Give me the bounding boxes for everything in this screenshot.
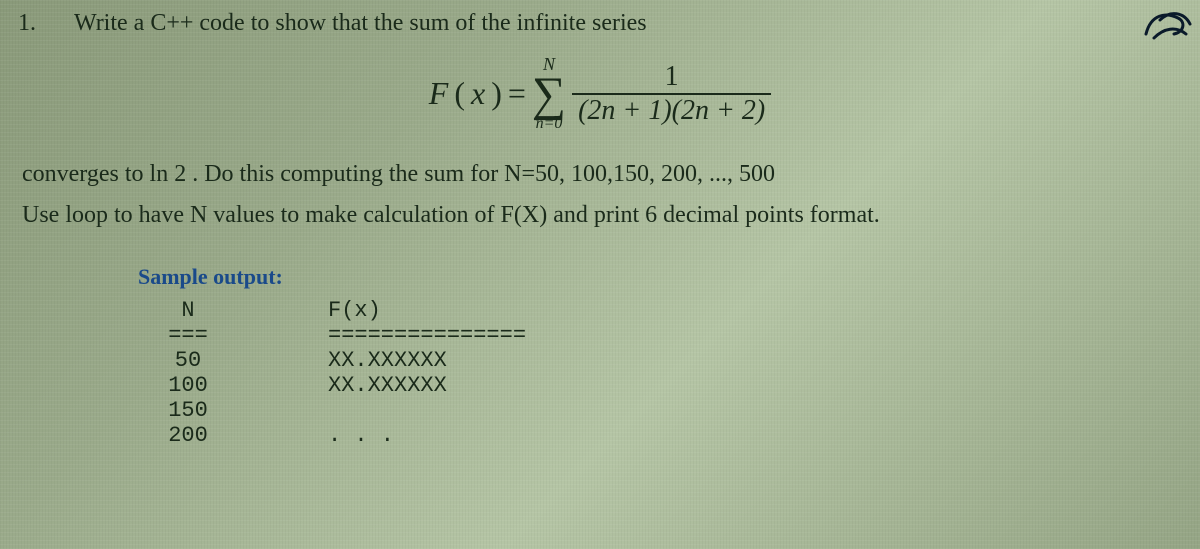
loop-instruction-line: Use loop to have N values to make calcul… (22, 195, 1182, 236)
convergence-line: converges to ln 2 . Do this computing th… (22, 154, 1182, 195)
ln2-text: ln 2 (150, 161, 187, 187)
table-separator-row: === =============== (138, 323, 1182, 348)
question-prompt: Write a C++ code to show that the sum of… (74, 10, 647, 37)
table-row: 100 XX.XXXXXX (138, 373, 1182, 398)
table-row: 150 (138, 398, 1182, 423)
sep-n: === (138, 323, 238, 348)
table-row: 50 XX.XXXXXX (138, 348, 1182, 373)
table-row: 200 . . . (138, 423, 1182, 448)
cell-fx: XX.XXXXXX (238, 348, 498, 373)
fraction-numerator: 1 (659, 63, 685, 93)
problem-container: 1. Write a C++ code to show that the sum… (0, 0, 1200, 466)
cell-n: 100 (138, 373, 238, 398)
cell-fx: . . . (238, 423, 498, 448)
formula-paren-close: ) (491, 75, 502, 112)
formula-paren-open: ( (454, 75, 465, 112)
cell-n: 150 (138, 398, 238, 423)
fraction-denominator: (2n + 1)(2n + 2) (572, 95, 771, 125)
formula: F(x) = N ∑ n=0 1 (2n + 1)(2n + 2) (429, 55, 771, 132)
header-fx: F(x) (238, 298, 498, 323)
sample-output-block: Sample output: N F(x) === ==============… (138, 264, 1182, 448)
cell-n: 50 (138, 348, 238, 373)
question-row: 1. Write a C++ code to show that the sum… (18, 10, 1182, 37)
cell-fx: XX.XXXXXX (238, 373, 498, 398)
formula-block: F(x) = N ∑ n=0 1 (2n + 1)(2n + 2) (18, 55, 1182, 132)
cell-n: 200 (138, 423, 238, 448)
sample-output-title: Sample output: (138, 264, 1182, 290)
fraction: 1 (2n + 1)(2n + 2) (572, 63, 771, 125)
sigma-lower: n=0 (536, 116, 563, 132)
cell-fx (238, 398, 498, 423)
formula-x: x (471, 75, 485, 112)
sample-output-table: N F(x) === =============== 50 XX.XXXXXX … (138, 298, 1182, 448)
converges-text-a: converges to (22, 161, 150, 187)
sep-fx: =============== (238, 323, 498, 348)
formula-F: F (429, 75, 449, 112)
converges-text-b: . Do this computing the sum for N=50, 10… (186, 161, 775, 187)
header-n: N (138, 298, 238, 323)
table-header-row: N F(x) (138, 298, 1182, 323)
scribble-icon (1136, 4, 1196, 48)
question-number: 1. (18, 10, 58, 37)
sigma-block: N ∑ n=0 (532, 55, 566, 132)
formula-equals: = (508, 75, 526, 112)
sigma-symbol: ∑ (532, 73, 566, 116)
